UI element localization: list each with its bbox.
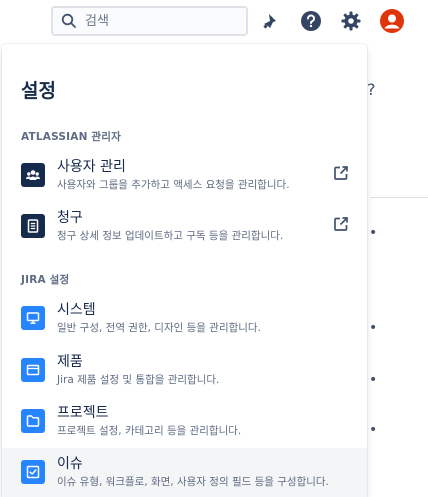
menu-item-description: Jira 제품 설정 및 통합을 관리합니다. (57, 374, 220, 386)
profile-icon[interactable] (380, 9, 404, 33)
menu-item-products[interactable]: 제품 Jira 제품 설정 및 통합을 관리합니다. (2, 346, 367, 396)
background-bullet: • (369, 372, 378, 388)
menu-item-system[interactable]: 시스템 일반 구성, 전역 권한, 디자인 등을 관리합니다. (2, 294, 367, 344)
menu-item-user-management[interactable]: 사용자 관리 사용자와 그룹을 추가하고 액세스 요청을 관리합니다. (2, 151, 367, 201)
search-input[interactable] (85, 13, 235, 29)
settings-dropdown: 설정 ATLASSIAN 관리자 사용자 관리 사용자와 그룹을 추가하고 액세… (2, 44, 367, 497)
search-icon (61, 13, 76, 28)
menu-item-label: 사용자 관리 (57, 159, 126, 175)
settings-icon[interactable] (339, 9, 363, 33)
menu-item-description: 사용자와 그룹을 추가하고 액세스 요청을 관리합니다. (57, 179, 290, 191)
background-bullet: • (369, 320, 378, 336)
menu-item-description: 프로젝트 설정, 카테고리 등을 관리합니다. (57, 425, 242, 437)
background-text: ? (367, 80, 376, 99)
menu-item-issues[interactable]: 이슈 이슈 유형, 워크플로, 화면, 사용자 정의 필드 등을 구성합니다. (2, 448, 367, 497)
menu-item-label: 프로젝트 (57, 405, 109, 421)
menu-item-label: 제품 (57, 354, 83, 370)
billing-icon (21, 214, 45, 238)
top-navigation-bar (0, 0, 428, 44)
search-box[interactable] (51, 6, 248, 36)
products-icon (21, 358, 45, 382)
help-icon[interactable] (299, 9, 323, 33)
system-icon (21, 306, 45, 330)
external-link-icon (334, 166, 348, 180)
menu-item-projects[interactable]: 프로젝트 프로젝트 설정, 카테고리 등을 관리합니다. (2, 397, 367, 447)
divider (370, 197, 428, 198)
section-header-jira-settings: JIRA 설정 (21, 274, 70, 286)
panel-title: 설정 (21, 80, 56, 102)
section-header-atlassian-admin: ATLASSIAN 관리자 (21, 131, 121, 143)
menu-item-label: 시스템 (57, 302, 96, 318)
menu-item-description: 이슈 유형, 워크플로, 화면, 사용자 정의 필드 등을 구성합니다. (57, 476, 329, 488)
menu-item-label: 청구 (57, 210, 83, 226)
menu-item-description: 청구 상세 정보 업데이트하고 구독 등을 관리합니다. (57, 230, 284, 242)
background-bullet: • (369, 225, 378, 241)
users-icon (21, 163, 45, 187)
notification-icon[interactable] (259, 9, 283, 33)
menu-item-label: 이슈 (57, 456, 83, 472)
external-link-icon (334, 217, 348, 231)
menu-item-description: 일반 구성, 전역 권한, 디자인 등을 관리합니다. (57, 322, 261, 334)
issues-icon (21, 460, 45, 484)
projects-icon (21, 409, 45, 433)
background-bullet: • (369, 422, 378, 438)
menu-item-billing[interactable]: 청구 청구 상세 정보 업데이트하고 구독 등을 관리합니다. (2, 202, 367, 252)
